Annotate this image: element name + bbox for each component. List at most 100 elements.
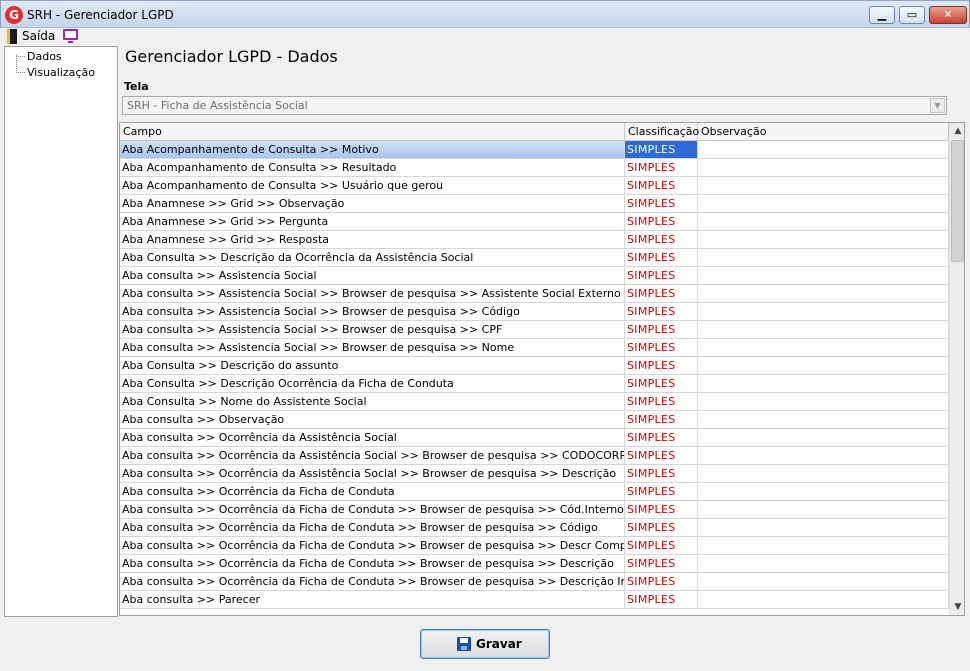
cell-observacao[interactable] [698,375,949,392]
cell-campo[interactable]: Aba consulta >> Ocorrência da Assistênci… [120,429,625,446]
table-row[interactable]: Aba consulta >> Ocorrência da Assistênci… [120,465,949,483]
cell-campo[interactable]: Aba Acompanhamento de Consulta >> Usuári… [120,177,625,194]
table-row[interactable]: Aba consulta >> Ocorrência da Ficha de C… [120,537,949,555]
table-row[interactable]: Aba Consulta >> Nome do Assistente Socia… [120,393,949,411]
cell-classificacao[interactable]: SIMPLES [625,339,698,356]
cell-observacao[interactable] [698,483,949,500]
maximize-button[interactable]: ▭ [899,6,925,24]
cell-campo[interactable]: Aba consulta >> Ocorrência da Ficha de C… [120,573,625,590]
cell-classificacao[interactable]: SIMPLES [625,465,698,482]
close-button[interactable]: ✕ [929,6,967,24]
cell-campo[interactable]: Aba consulta >> Ocorrência da Ficha de C… [120,501,625,518]
cell-observacao[interactable] [698,303,949,320]
cell-campo[interactable]: Aba consulta >> Assistencia Social >> Br… [120,285,625,302]
table-row[interactable]: Aba Acompanhamento de Consulta >> Result… [120,159,949,177]
cell-campo[interactable]: Aba Consulta >> Descrição do assunto [120,357,625,374]
cell-classificacao[interactable]: SIMPLES [625,555,698,572]
minimize-button[interactable]: ▁ [869,6,895,24]
table-row[interactable]: Aba Consulta >> Descrição Ocorrência da … [120,375,949,393]
cell-observacao[interactable] [698,267,949,284]
cell-observacao[interactable] [698,501,949,518]
save-button[interactable]: Gravar [420,629,550,659]
cell-campo[interactable]: Aba Consulta >> Descrição Ocorrência da … [120,375,625,392]
column-header-classificacao[interactable]: Classificação [625,123,699,141]
column-header-campo[interactable]: Campo [120,123,625,141]
cell-campo[interactable]: Aba Acompanhamento de Consulta >> Motivo [120,141,625,158]
cell-classificacao[interactable]: SIMPLES [625,393,698,410]
cell-observacao[interactable] [698,465,949,482]
cell-observacao[interactable] [698,519,949,536]
cell-classificacao[interactable]: SIMPLES [625,519,698,536]
cell-observacao[interactable] [698,573,949,590]
table-row[interactable]: Aba consulta >> Assistencia Social SIMPLE… [120,267,949,285]
cell-campo[interactable]: Aba Consulta >> Nome do Assistente Socia… [120,393,625,410]
cell-classificacao[interactable]: SIMPLES [625,321,698,338]
table-row[interactable]: Aba Consulta >> Descrição do assunto SIMP… [120,357,949,375]
exit-menu-item[interactable]: Saída [22,29,55,43]
tree-item-visualizacao[interactable]: Visualização [27,66,95,79]
cell-observacao[interactable] [698,555,949,572]
cell-observacao[interactable] [698,249,949,266]
cell-classificacao[interactable]: SIMPLES [625,573,698,590]
cell-campo[interactable]: Aba Acompanhamento de Consulta >> Result… [120,159,625,176]
cell-classificacao[interactable]: SIMPLES [625,483,698,500]
cell-observacao[interactable] [698,393,949,410]
cell-observacao[interactable] [698,537,949,554]
cell-campo[interactable]: Aba consulta >> Assistencia Social [120,267,625,284]
cell-classificacao[interactable]: SIMPLES [625,357,698,374]
cell-observacao[interactable] [698,213,949,230]
cell-observacao[interactable] [698,357,949,374]
tela-select[interactable]: SRH - Ficha de Assistência Social ▼ [122,96,947,115]
cell-observacao[interactable] [698,321,949,338]
table-row[interactable]: Aba consulta >> Ocorrência da Ficha de C… [120,501,949,519]
column-header-observacao[interactable]: Observação [698,123,949,141]
cell-classificacao[interactable]: SIMPLES [625,303,698,320]
cell-observacao[interactable] [698,231,949,248]
chevron-down-icon[interactable]: ▼ [930,98,945,113]
table-row[interactable]: Aba consulta >> Ocorrência da Assistênci… [120,429,949,447]
tree-item-dados[interactable]: Dados [27,50,62,63]
cell-classificacao[interactable]: SIMPLES [625,285,698,302]
table-row[interactable]: Aba Consulta >> Descrição da Ocorrência … [120,249,949,267]
table-row[interactable]: Aba consulta >> Ocorrência da Ficha de C… [120,555,949,573]
cell-observacao[interactable] [698,141,949,158]
table-row[interactable]: Aba Anamnese >> Grid >> Observação SIMPLE… [120,195,949,213]
table-row[interactable]: Aba consulta >> Assistencia Social >> Br… [120,303,949,321]
table-row[interactable]: Aba consulta >> Ocorrência da Ficha de C… [120,483,949,501]
cell-campo[interactable]: Aba consulta >> Ocorrência da Assistênci… [120,447,625,464]
arrow-down-icon[interactable]: ▼ [950,599,964,615]
cell-observacao[interactable] [698,339,949,356]
table-row[interactable]: Aba consulta >> Observação SIMPLES [120,411,949,429]
table-row[interactable]: Aba Anamnese >> Grid >> Pergunta SIMPLES [120,213,949,231]
exit-door-icon[interactable] [7,29,17,44]
cell-campo[interactable]: Aba Anamnese >> Grid >> Observação [120,195,625,212]
scrollbar-thumb[interactable] [951,140,964,262]
cell-classificacao[interactable]: SIMPLES [625,429,698,446]
table-row[interactable]: Aba consulta >> Ocorrência da Ficha de C… [120,519,949,537]
cell-campo[interactable]: Aba consulta >> Ocorrência da Ficha de C… [120,555,625,572]
monitor-icon[interactable] [63,29,78,43]
cell-campo[interactable]: Aba consulta >> Ocorrência da Ficha de C… [120,519,625,536]
cell-classificacao[interactable]: SIMPLES [625,159,698,176]
cell-classificacao[interactable]: SIMPLES [625,411,698,428]
cell-observacao[interactable] [698,195,949,212]
cell-observacao[interactable] [698,591,949,608]
cell-classificacao[interactable]: SIMPLES [625,195,698,212]
cell-classificacao[interactable]: SIMPLES [625,537,698,554]
cell-campo[interactable]: Aba Consulta >> Descrição da Ocorrência … [120,249,625,266]
cell-classificacao[interactable]: SIMPLES [625,177,698,194]
cell-observacao[interactable] [698,429,949,446]
cell-observacao[interactable] [698,447,949,464]
table-row[interactable]: Aba consulta >> Assistencia Social >> Br… [120,321,949,339]
cell-classificacao[interactable]: SIMPLES [625,267,698,284]
cell-classificacao[interactable]: SIMPLES [625,213,698,230]
table-row[interactable]: Aba Acompanhamento de Consulta >> Motivo… [120,141,949,159]
table-row[interactable]: Aba consulta >> Ocorrência da Ficha de C… [120,573,949,591]
cell-classificacao[interactable]: SIMPLES [625,591,698,608]
cell-observacao[interactable] [698,285,949,302]
cell-classificacao[interactable]: SIMPLES [625,249,698,266]
table-row[interactable]: Aba consulta >> Ocorrência da Assistênci… [120,447,949,465]
cell-campo[interactable]: Aba consulta >> Assistencia Social >> Br… [120,339,625,356]
cell-observacao[interactable] [698,159,949,176]
table-row[interactable]: Aba Acompanhamento de Consulta >> Usuári… [120,177,949,195]
